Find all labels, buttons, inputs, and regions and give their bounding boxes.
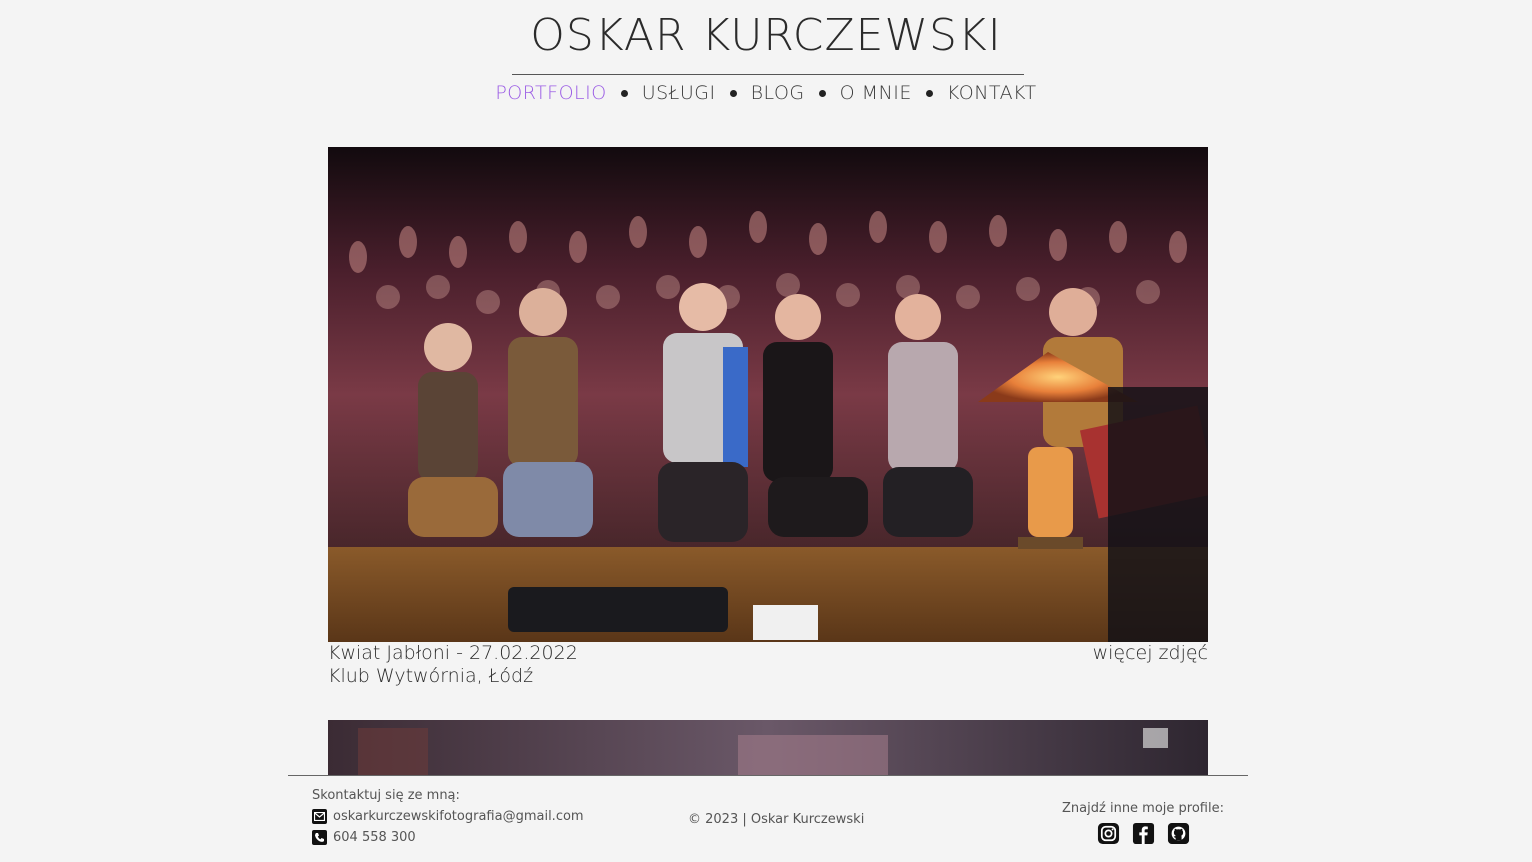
instagram-icon[interactable] [1097,822,1120,845]
nav-kontakt[interactable]: KONTAKT [947,82,1037,104]
nav-separator [729,89,737,97]
gallery-photo-concert[interactable] [328,147,1208,642]
envelope-icon [312,809,327,824]
gallery-event-venue: Klub Wytwórnia, Łódź [328,665,534,687]
copyright-text: © 2023 | Oskar Kurczewski [688,812,865,827]
nav-uslugi[interactable]: USŁUGI [642,82,716,104]
nav-o-mnie[interactable]: O MNIE [840,82,912,104]
facebook-icon[interactable] [1132,822,1155,845]
email-row[interactable]: oskarkurczewskifotografia@gmail.com [312,809,584,824]
more-photos-link[interactable]: więcej zdjęć [1093,642,1208,665]
profiles-heading: Znajdź inne moje profile: [1062,801,1224,816]
gallery-event-title: Kwiat Jabłoni - 27.02.2022 [328,642,578,664]
nav-separator [925,89,933,97]
gallery-photo-next[interactable] [328,720,1208,775]
nav-separator [818,89,826,97]
title-divider [512,74,1024,75]
phone-icon [312,830,327,845]
contact-block: Skontaktuj się ze mną: oskarkurczewskifo… [312,788,584,845]
nav-blog[interactable]: BLOG [751,82,805,104]
contact-heading: Skontaktuj się ze mną: [312,788,460,803]
github-icon[interactable] [1167,822,1190,845]
gallery-caption: Kwiat Jabłoni - 27.02.2022 Klub Wytwórni… [328,642,578,688]
next-photo-illustration [328,720,1208,775]
nav-portfolio[interactable]: PORTFOLIO [495,82,606,104]
phone-row[interactable]: 604 558 300 [312,830,584,845]
page: OSKAR KURCZEWSKI PORTFOLIO USŁUGI BLOG O… [0,0,1532,862]
email-link[interactable]: oskarkurczewskifotografia@gmail.com [333,809,584,824]
concert-photo-illustration [328,147,1208,642]
site-footer: Skontaktuj się ze mną: oskarkurczewskifo… [0,776,1532,862]
phone-link[interactable]: 604 558 300 [333,830,416,845]
nav-separator [620,89,628,97]
main-nav: PORTFOLIO USŁUGI BLOG O MNIE KONTAKT [0,82,1532,104]
profiles-block: Znajdź inne moje profile: [1062,801,1224,845]
social-icons [1062,822,1224,845]
site-title[interactable]: OSKAR KURCZEWSKI [0,10,1532,61]
